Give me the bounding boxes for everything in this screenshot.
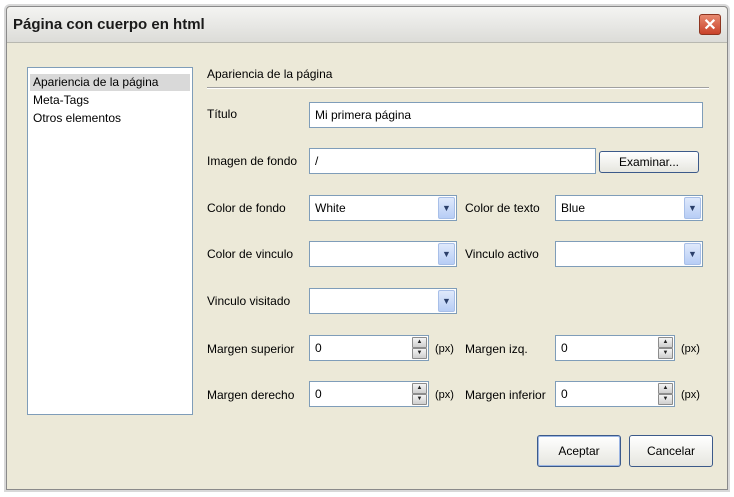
section-header: Apariencia de la página	[207, 67, 333, 81]
spinner-arrows-icon[interactable]: ▲ ▼	[412, 337, 427, 359]
color-vinculo-select[interactable]: ▼	[309, 241, 457, 267]
close-button[interactable]: ✕	[699, 14, 721, 35]
chevron-down-icon[interactable]: ▼	[438, 243, 455, 265]
margen-derecho-label: Margen derecho	[207, 388, 295, 402]
margen-superior-stepper[interactable]: 0 ▲ ▼	[309, 335, 429, 361]
title-bar[interactable]: Página con cuerpo en html ✕	[7, 7, 727, 43]
margen-derecho-unit: (px)	[435, 389, 454, 401]
imagen-label: Imagen de fondo	[207, 154, 298, 168]
vinculo-visitado-label: Vinculo visitado	[207, 294, 291, 308]
vinculo-visitado-select[interactable]: ▼	[309, 288, 457, 314]
browse-button[interactable]: Examinar...	[599, 151, 699, 173]
color-fondo-select[interactable]: White ▼	[309, 195, 457, 221]
margen-izq-value: 0	[561, 341, 568, 355]
section-divider	[207, 87, 709, 89]
spinner-arrows-icon[interactable]: ▲ ▼	[412, 383, 427, 405]
category-list: Apariencia de la página Meta-Tags Otros …	[27, 67, 193, 415]
chevron-down-icon[interactable]: ▼	[684, 243, 701, 265]
close-icon: ✕	[703, 16, 717, 34]
color-texto-label: Color de texto	[465, 201, 540, 215]
margen-inferior-stepper[interactable]: 0 ▲ ▼	[555, 381, 675, 407]
spinner-arrows-icon[interactable]: ▲ ▼	[658, 337, 673, 359]
accept-button[interactable]: Aceptar	[537, 435, 621, 467]
color-vinculo-label: Color de vinculo	[207, 247, 294, 261]
chevron-down-icon[interactable]: ▼	[438, 197, 455, 219]
margen-inferior-value: 0	[561, 387, 568, 401]
margen-izq-label: Margen izq.	[465, 342, 528, 356]
margen-izq-unit: (px)	[681, 343, 700, 355]
color-texto-select[interactable]: Blue ▼	[555, 195, 703, 221]
titulo-input[interactable]: Mi primera página	[309, 102, 703, 128]
chevron-down-icon[interactable]: ▼	[684, 197, 701, 219]
sidebar-item-apariencia[interactable]: Apariencia de la página	[30, 74, 190, 91]
color-texto-value: Blue	[561, 201, 586, 215]
dialog-window: Página con cuerpo en html ✕ Apariencia d…	[6, 6, 728, 490]
sidebar-item-otros[interactable]: Otros elementos	[30, 110, 190, 127]
color-fondo-label: Color de fondo	[207, 201, 286, 215]
color-fondo-value: White	[315, 201, 346, 215]
margen-izq-stepper[interactable]: 0 ▲ ▼	[555, 335, 675, 361]
margen-superior-unit: (px)	[435, 343, 454, 355]
margen-superior-value: 0	[315, 341, 322, 355]
chevron-down-icon[interactable]: ▼	[438, 290, 455, 312]
margen-inferior-unit: (px)	[681, 389, 700, 401]
margen-derecho-stepper[interactable]: 0 ▲ ▼	[309, 381, 429, 407]
margen-derecho-value: 0	[315, 387, 322, 401]
vinculo-activo-select[interactable]: ▼	[555, 241, 703, 267]
spinner-arrows-icon[interactable]: ▲ ▼	[658, 383, 673, 405]
margen-inferior-label: Margen inferior	[465, 388, 546, 402]
vinculo-activo-label: Vinculo activo	[465, 247, 539, 261]
dialog-title: Página con cuerpo en html	[13, 16, 205, 33]
cancel-button[interactable]: Cancelar	[629, 435, 713, 467]
imagen-input[interactable]: /	[309, 148, 596, 174]
sidebar-item-meta-tags[interactable]: Meta-Tags	[30, 92, 190, 109]
titulo-label: Título	[207, 107, 238, 121]
margen-superior-label: Margen superior	[207, 342, 295, 356]
